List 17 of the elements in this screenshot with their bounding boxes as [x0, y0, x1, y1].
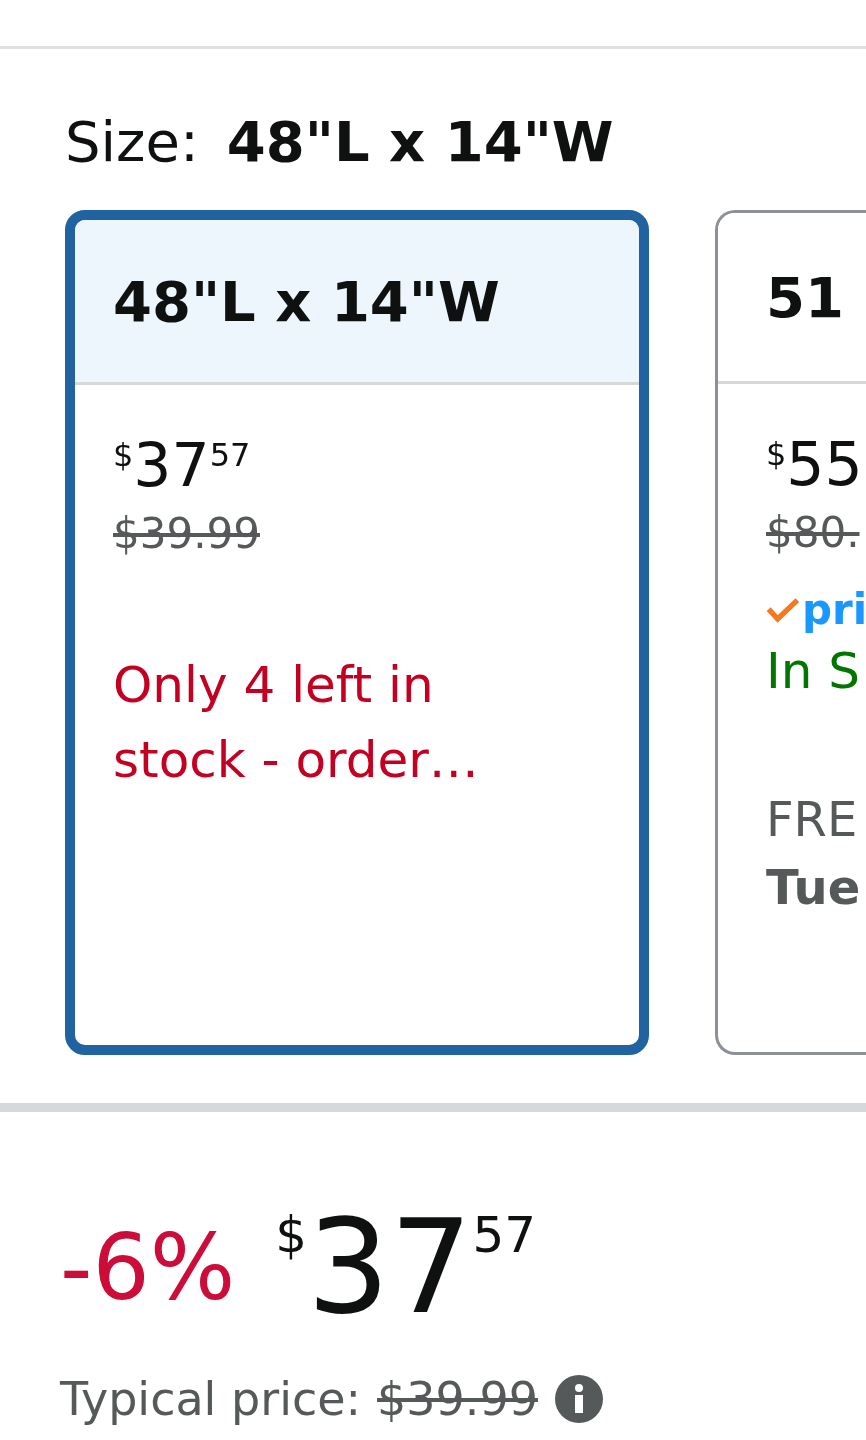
- stock-status: Only 4 left in stock - order…: [113, 655, 480, 791]
- delivery-text: FRE: [766, 791, 858, 847]
- discount-percent: -6%: [60, 1214, 236, 1320]
- size-option-name: 48"L x 14"W: [113, 268, 500, 334]
- size-label: Size:: [65, 109, 199, 174]
- typical-price: $39.99: [377, 1372, 538, 1426]
- delivery-date: Tue: [766, 859, 861, 915]
- prime-label: pri: [802, 585, 866, 634]
- list-price: $39.99: [113, 509, 260, 558]
- info-icon[interactable]: [553, 1374, 604, 1424]
- stock-status: In S: [766, 641, 862, 702]
- size-option-card[interactable]: 51 $55 $80. pri In S FRE Tue: [715, 210, 866, 1055]
- price: $55: [766, 434, 863, 494]
- size-value: 48"L x 14"W: [226, 109, 614, 174]
- list-price: $80.: [766, 508, 860, 557]
- size-option-name: 51: [766, 264, 844, 330]
- typical-price-label: Typical price:: [60, 1372, 361, 1426]
